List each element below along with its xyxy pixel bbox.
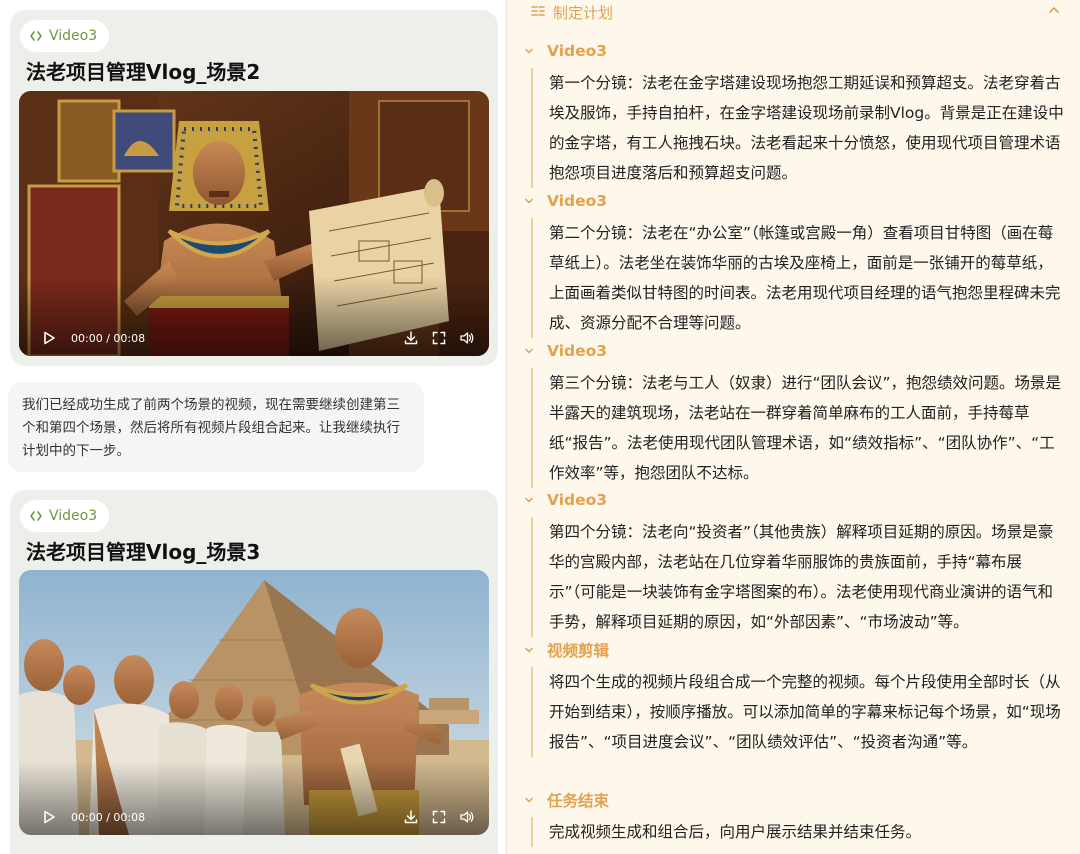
chevron-down-icon <box>523 794 535 806</box>
video-controls: 00:00 / 00:08 <box>19 320 489 356</box>
plan-list-icon <box>531 3 545 22</box>
video-player[interactable]: 00:00 / 00:08 <box>19 91 489 356</box>
chevron-down-icon <box>523 45 535 57</box>
video-title: 法老项目管理Vlog_场景3 <box>26 540 261 564</box>
video-time: 00:00 / 00:08 <box>71 331 146 345</box>
plan-section-body: 第三个分镜：法老与工人（奴隶）进行“团队会议”，抱怨绩效问题。场景是半露天的建筑… <box>531 368 1068 488</box>
plan-section: 视频剪辑 将四个生成的视频片段组合成一个完整的视频。每个片段使用全部时长（从开始… <box>523 639 1068 757</box>
video-frame-pharaoh-scroll <box>19 91 489 356</box>
volume-icon[interactable] <box>459 330 475 346</box>
plan-section-header[interactable]: Video3 <box>523 40 1068 62</box>
chevron-down-icon <box>523 644 535 656</box>
plan-section-header[interactable]: 任务结束 <box>523 789 1068 811</box>
video-tag-label: Video3 <box>49 508 98 524</box>
download-icon[interactable] <box>403 809 419 825</box>
plan-section: 任务结束 完成视频生成和组合后，向用户展示结果并结束任务。 <box>523 789 1068 847</box>
plan-section-title: Video3 <box>547 192 608 210</box>
plan-section-title: Video3 <box>547 42 608 60</box>
plan-section-header[interactable]: Video3 <box>523 340 1068 362</box>
plan-section-body: 第一个分镜：法老在金字塔建设现场抱怨工期延误和预算超支。法老穿着古埃及服饰，手持… <box>531 68 1068 188</box>
video-title: 法老项目管理Vlog_场景2 <box>26 60 261 84</box>
video-tag[interactable]: Video3 <box>20 500 110 532</box>
video-tag-label: Video3 <box>49 28 98 44</box>
video-tag[interactable]: Video3 <box>20 20 110 52</box>
plan-section-header[interactable]: Video3 <box>523 489 1068 511</box>
plan-section-title: Video3 <box>547 342 608 360</box>
chevron-down-icon <box>523 345 535 357</box>
code-icon <box>30 30 42 42</box>
plan-section-title: 任务结束 <box>547 792 610 810</box>
play-icon[interactable] <box>41 330 57 346</box>
app-root: Video3 法老项目管理Vlog_场景2 00:00 / 00:08 我们已经… <box>0 0 1080 854</box>
video-time: 00:00 / 00:08 <box>71 810 146 824</box>
plan-section-title: Video3 <box>547 491 608 509</box>
plan-section: Video3 第二个分镜：法老在“办公室”（帐篷或宫殿一角）查看项目甘特图（画在… <box>523 190 1068 338</box>
plan-section-body: 第二个分镜：法老在“办公室”（帐篷或宫殿一角）查看项目甘特图（画在莓草纸上）。法… <box>531 218 1068 338</box>
fullscreen-icon[interactable] <box>431 809 447 825</box>
plan-panel: 制定计划 Video3 第一个分镜：法老在金字塔建设现场抱怨工期延误和预算超支。… <box>506 0 1080 854</box>
chevron-down-icon <box>523 195 535 207</box>
chevron-down-icon <box>523 494 535 506</box>
assistant-message: 我们已经成功生成了前两个场景的视频，现在需要继续创建第三个和第四个场景，然后将所… <box>8 382 424 472</box>
video-controls: 00:00 / 00:08 <box>19 799 489 835</box>
plan-section: Video3 第一个分镜：法老在金字塔建设现场抱怨工期延误和预算超支。法老穿着古… <box>523 40 1068 188</box>
plan-section-header[interactable]: Video3 <box>523 190 1068 212</box>
plan-section-body: 第四个分镜：法老向“投资者”（其他贵族）解释项目延期的原因。场景是豪华的宫殿内部… <box>531 517 1068 637</box>
fullscreen-icon[interactable] <box>431 330 447 346</box>
plan-section-header[interactable]: 视频剪辑 <box>523 639 1068 661</box>
volume-icon[interactable] <box>459 809 475 825</box>
plan-section-title: 视频剪辑 <box>547 642 610 660</box>
video-frame-pyramid-workers <box>19 570 489 835</box>
play-icon[interactable] <box>41 809 57 825</box>
video-player[interactable]: 00:00 / 00:08 <box>19 570 489 835</box>
assistant-message-text: 我们已经成功生成了前两个场景的视频，现在需要继续创建第三个和第四个场景，然后将所… <box>22 397 400 459</box>
plan-section: Video3 第四个分镜：法老向“投资者”（其他贵族）解释项目延期的原因。场景是… <box>523 489 1068 637</box>
plan-title: 制定计划 <box>553 3 614 22</box>
plan-section: Video3 第三个分镜：法老与工人（奴隶）进行“团队会议”，抱怨绩效问题。场景… <box>523 340 1068 488</box>
plan-section-body: 完成视频生成和组合后，向用户展示结果并结束任务。 <box>531 817 1068 847</box>
plan-header[interactable]: 制定计划 <box>531 0 613 24</box>
download-icon[interactable] <box>403 330 419 346</box>
video-card: Video3 法老项目管理Vlog_场景3 00:00 / 00:08 <box>10 490 498 854</box>
chat-column: Video3 法老项目管理Vlog_场景2 00:00 / 00:08 我们已经… <box>0 0 506 854</box>
code-icon <box>30 510 42 522</box>
chevron-up-icon[interactable] <box>1046 2 1062 18</box>
video-card: Video3 法老项目管理Vlog_场景2 00:00 / 00:08 <box>10 10 498 366</box>
plan-section-body: 将四个生成的视频片段组合成一个完整的视频。每个片段使用全部时长（从开始到结束），… <box>531 667 1068 757</box>
